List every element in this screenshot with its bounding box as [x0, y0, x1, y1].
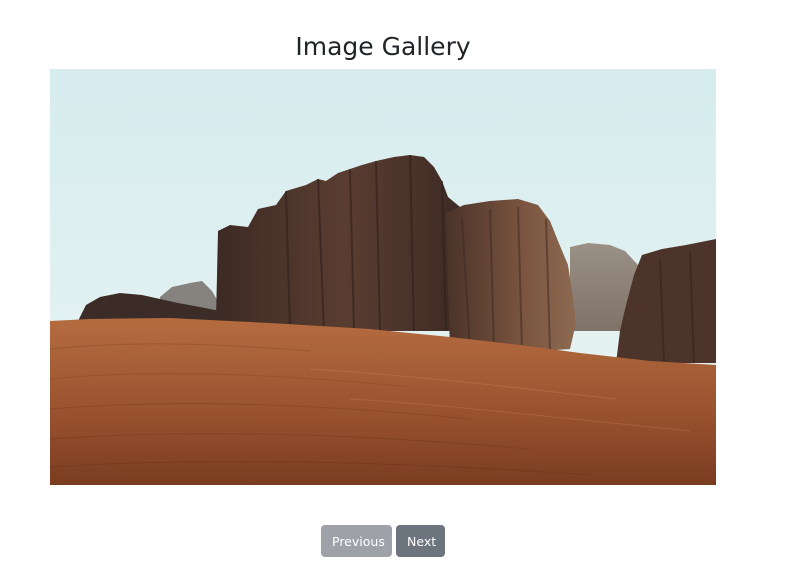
gallery-controls: Previous Next	[321, 525, 445, 557]
page-title: Image Gallery	[295, 32, 471, 61]
gallery-image	[50, 69, 716, 485]
previous-button[interactable]: Previous	[321, 525, 392, 557]
gallery-image-art	[50, 69, 716, 485]
gallery-page: Image Gallery Previous Next	[0, 0, 796, 583]
next-button[interactable]: Next	[396, 525, 445, 557]
